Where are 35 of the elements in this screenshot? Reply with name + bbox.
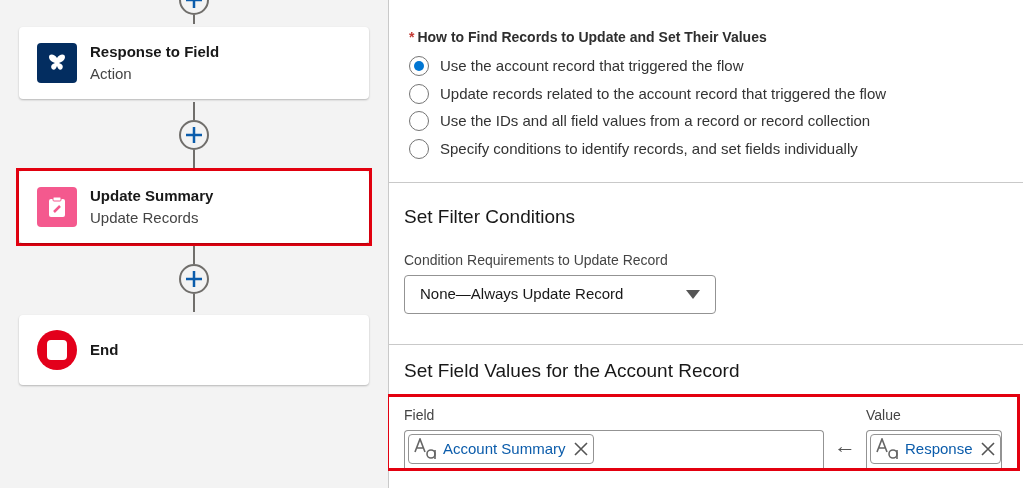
text-type-icon	[876, 438, 900, 460]
field-label: Condition Requirements to Update Record	[404, 250, 669, 270]
remove-icon[interactable]	[573, 442, 588, 456]
required-mark: *	[409, 28, 415, 47]
section-heading: Set Field Values for the Account Record	[403, 358, 741, 383]
node-title: Response to Field	[90, 42, 220, 62]
question-label: How to Find Records to Update and Set Their Values	[417, 28, 767, 47]
radio-option[interactable]: Specify conditions to identify records, and set fields individually	[409, 137, 1003, 160]
radio-option[interactable]: Use the IDs and all field values from a record or record collection	[409, 110, 1003, 133]
flow-node-card[interactable]: Response to Field Action	[19, 27, 369, 99]
clipboard-edit-icon	[37, 187, 77, 227]
condition-dropdown[interactable]: None—Always Update Record	[404, 274, 716, 314]
butterfly-icon	[37, 43, 77, 83]
field-input[interactable]: Account Summary	[404, 430, 824, 468]
resource-pill[interactable]: Account Summary	[408, 434, 594, 464]
node-type: Action	[90, 64, 133, 84]
node-title: Update Summary	[90, 186, 214, 206]
node-title: End	[90, 340, 119, 360]
assignment-arrow: ←	[834, 432, 856, 460]
add-element-button[interactable]	[179, 264, 209, 294]
field-label: Field	[404, 406, 436, 425]
stop-icon	[37, 330, 77, 370]
plus-icon	[185, 126, 203, 144]
radio-option[interactable]: Update records related to the account record that triggered the flow	[409, 82, 1003, 105]
radio-option[interactable]: Use the account record that triggered the flow	[409, 55, 1003, 78]
add-element-button[interactable]	[179, 120, 209, 150]
flow-node-card[interactable]: End	[19, 315, 369, 385]
remove-icon[interactable]	[980, 442, 995, 456]
text-type-icon	[414, 438, 438, 460]
section-heading: Set Filter Conditions	[404, 205, 577, 229]
field-label: Value	[866, 406, 902, 425]
node-type: Update Records	[90, 208, 200, 228]
caret-icon	[686, 289, 700, 299]
plus-icon	[185, 270, 203, 288]
flow-node-card[interactable]: Update Summary Update Records	[19, 171, 369, 243]
